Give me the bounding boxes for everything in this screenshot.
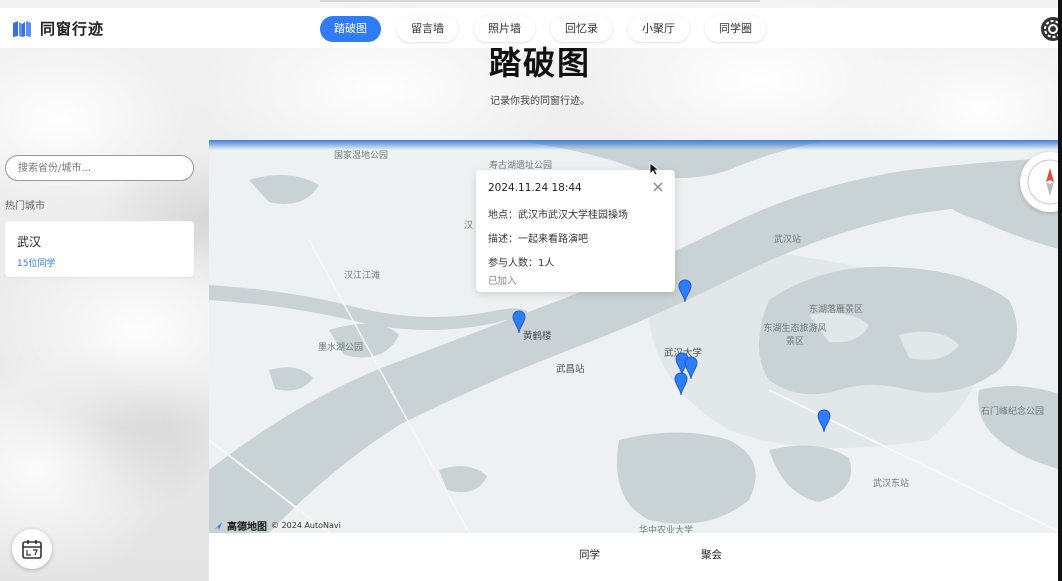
map-label: 武昌站 [556, 364, 585, 375]
map-label: 东湖落雁景区 [809, 305, 864, 315]
map-label: 东湖生态旅游风景区 [763, 324, 827, 347]
map-label: 华中农业大学 [639, 526, 694, 533]
book-logo-icon [13, 20, 31, 37]
close-icon[interactable] [651, 180, 665, 194]
bottom-tab-bar: 同学 聚会 [209, 533, 1062, 581]
map-copyright: © 2024 AutoNavi [271, 521, 341, 530]
map-label: 黄鹤楼 [523, 331, 552, 342]
page-title: 踏破图 [488, 44, 591, 82]
app-title: 同窗行迹 [40, 20, 105, 38]
calendar-icon [22, 540, 42, 559]
map-marker[interactable] [674, 372, 688, 396]
city-name: 武汉 [17, 235, 42, 249]
tab-classmates[interactable]: 同学 [579, 547, 600, 562]
hot-cities-label: 热门城市 [5, 201, 45, 212]
map-label: 国家湿地公园 [334, 151, 389, 161]
amap-logo: 高德地图 [227, 522, 267, 533]
map-label: 汉 [464, 221, 474, 231]
map-label: 石门峰纪念公园 [981, 407, 1045, 417]
city-search-input[interactable] [5, 155, 194, 181]
map-marker[interactable] [678, 279, 692, 303]
map-label: 武汉站 [774, 235, 802, 245]
city-card-wuhan[interactable]: 武汉 15位同学 [5, 221, 194, 277]
top-strip [320, 0, 760, 2]
popup-location: 地点：武汉市武汉大学桂园操场 [488, 210, 628, 221]
compass-icon [1027, 159, 1062, 205]
city-classmate-count: 15位同学 [17, 259, 56, 269]
window-edge [1058, 0, 1062, 581]
mouse-cursor-icon [649, 162, 659, 176]
tab-gatherings[interactable]: 聚会 [701, 547, 722, 562]
app-logo[interactable]: 同窗行迹 [12, 18, 104, 39]
popup-joined-status: 已加入 [488, 276, 517, 287]
map-label: 墨水湖公园 [318, 343, 364, 353]
map-marker[interactable] [512, 310, 526, 334]
map-marker[interactable] [817, 409, 831, 433]
event-popup: 2024.11.24 18:44 地点：武汉市武汉大学桂园操场 描述：一起来看路… [476, 170, 675, 292]
popup-description: 描述：一起来看路演吧 [488, 234, 588, 245]
map-label: 汉江江滩 [344, 271, 381, 281]
amap-arrow-icon [214, 521, 222, 530]
calendar-button[interactable] [12, 529, 52, 569]
map-attribution: 高德地图 © 2024 AutoNavi [213, 518, 341, 533]
page-subtitle: 记录你我的同窗行迹。 [490, 96, 590, 107]
popup-participants: 参与人数：1人 [488, 258, 555, 269]
map-label: 武汉东站 [873, 479, 910, 489]
popup-time: 2024.11.24 18:44 [488, 182, 582, 194]
map-compass[interactable] [1020, 152, 1062, 212]
